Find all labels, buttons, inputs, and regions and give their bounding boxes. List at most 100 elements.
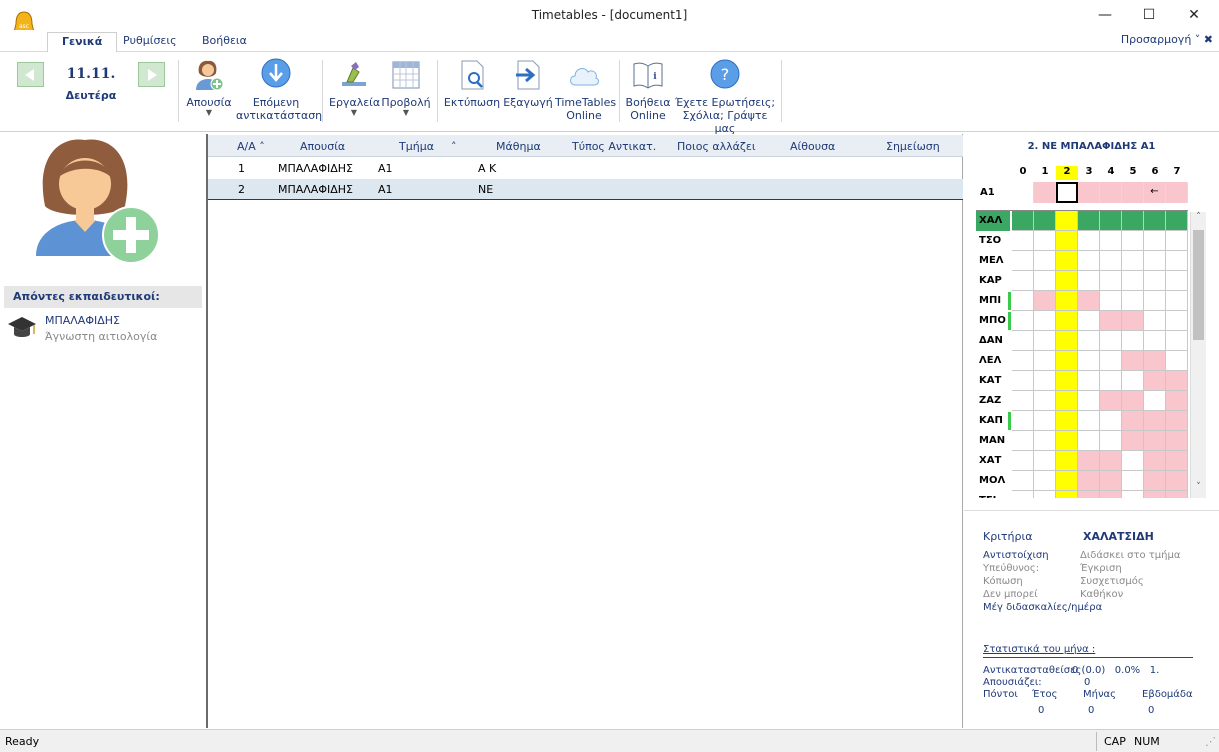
teacher-row-label[interactable]: ΜΟΛ (976, 471, 1010, 491)
timetable-cell[interactable] (1122, 491, 1144, 498)
tab-general[interactable]: Γενικά (47, 32, 118, 53)
timetable-cell[interactable] (1034, 351, 1056, 371)
timetable-cell[interactable] (1166, 411, 1188, 431)
timetable-cell[interactable] (1034, 491, 1056, 498)
timetable-cell[interactable] (1100, 311, 1122, 331)
timetable-cell[interactable] (1012, 371, 1034, 391)
timetable-cell[interactable] (1122, 351, 1144, 371)
timetable-cell[interactable] (1122, 451, 1144, 471)
tools-button[interactable]: Εργαλεία ▼ (329, 58, 380, 117)
timetable-cell[interactable] (1056, 431, 1078, 451)
timetable-cell[interactable] (1034, 391, 1056, 411)
timetable-cell[interactable] (1122, 431, 1144, 451)
timetable-cell[interactable] (1144, 211, 1166, 231)
timetable-cell[interactable] (1144, 451, 1166, 471)
prev-day-button[interactable] (17, 62, 44, 87)
timetable-cell[interactable] (1100, 411, 1122, 431)
timetable-cell[interactable] (1012, 231, 1034, 251)
timetable-cell[interactable] (1056, 311, 1078, 331)
timetable-cell[interactable] (1034, 451, 1056, 471)
timetable-cell[interactable] (1144, 411, 1166, 431)
tab-help[interactable]: Βοήθεια (188, 32, 261, 53)
timetable-cell[interactable] (1012, 471, 1034, 491)
teacher-row-label[interactable]: ΤΣΙ (976, 491, 1010, 498)
timetable-cell[interactable] (1100, 351, 1122, 371)
timetable-cell[interactable] (1034, 291, 1056, 311)
timetable-cell[interactable] (1012, 351, 1034, 371)
timetable-cell[interactable] (1122, 271, 1144, 291)
teacher-row-label[interactable]: ΜΠΙ (976, 291, 1010, 311)
timetable-cell[interactable] (1056, 271, 1078, 291)
timetable-cell[interactable] (1100, 331, 1122, 351)
timetable-cell[interactable] (1122, 291, 1144, 311)
class-cell[interactable] (1078, 182, 1100, 203)
col-who-changes[interactable]: Ποιος αλλάζει (677, 140, 756, 153)
timetable-cell[interactable] (1166, 471, 1188, 491)
timetable-cell[interactable] (1122, 391, 1144, 411)
timetable-cell[interactable] (1122, 211, 1144, 231)
timetable-cell[interactable] (1056, 371, 1078, 391)
class-cell[interactable] (1056, 182, 1078, 203)
timetable-cell[interactable] (1166, 331, 1188, 351)
timetable-cell[interactable] (1100, 491, 1122, 498)
tab-settings[interactable]: Ρυθμίσεις (109, 32, 191, 53)
teacher-row-label[interactable]: ΜΕΛ (976, 251, 1010, 271)
timetable-cell[interactable] (1012, 391, 1034, 411)
timetable-cell[interactable] (1100, 251, 1122, 271)
timetable-cell[interactable] (1078, 231, 1100, 251)
timetable-cell[interactable] (1144, 231, 1166, 251)
absent-teacher-name[interactable]: ΜΠΑΛΑΦΙΔΗΣ (45, 314, 120, 327)
timetable-cell[interactable] (1012, 431, 1034, 451)
add-absent-teacher-icon[interactable] (30, 136, 165, 266)
print-button[interactable]: Εκτύπωση (443, 58, 501, 109)
timetable-cell[interactable] (1144, 391, 1166, 411)
minimize-button[interactable]: — (1082, 4, 1128, 26)
class-cell[interactable] (1012, 182, 1034, 203)
timetable-cell[interactable] (1056, 291, 1078, 311)
class-cell[interactable] (1122, 182, 1144, 203)
teacher-row-label[interactable]: ΚΑΤ (976, 371, 1010, 391)
teacher-row-label[interactable]: ΧΑΛ (976, 211, 1010, 231)
teacher-row-label[interactable]: ΖΑΖ (976, 391, 1010, 411)
timetable-cell[interactable] (1034, 331, 1056, 351)
timetable-cell[interactable] (1144, 371, 1166, 391)
timetable-cell[interactable] (1100, 471, 1122, 491)
timetable-cell[interactable] (1166, 211, 1188, 231)
timetable-cell[interactable] (1012, 211, 1034, 231)
timetable-cell[interactable] (1144, 331, 1166, 351)
timetable-cell[interactable] (1078, 491, 1100, 498)
timetable-cell[interactable] (1100, 211, 1122, 231)
timetable-cell[interactable] (1078, 411, 1100, 431)
timetable-cell[interactable] (1034, 371, 1056, 391)
timetable-cell[interactable] (1056, 331, 1078, 351)
timetable-cell[interactable] (1166, 231, 1188, 251)
class-cell[interactable] (1166, 182, 1188, 203)
timetable-cell[interactable] (1078, 331, 1100, 351)
timetable-cell[interactable] (1144, 271, 1166, 291)
timetable-cell[interactable] (1078, 351, 1100, 371)
timetable-cell[interactable] (1078, 251, 1100, 271)
timetable-cell[interactable] (1034, 431, 1056, 451)
timetable-cell[interactable] (1034, 471, 1056, 491)
teacher-row-label[interactable]: ΜΑΝ (976, 431, 1010, 451)
teacher-row-label[interactable]: ΧΑΤ (976, 451, 1010, 471)
timetable-cell[interactable] (1078, 291, 1100, 311)
timetable-cell[interactable] (1144, 251, 1166, 271)
timetable-cell[interactable] (1166, 431, 1188, 451)
timetable-cell[interactable] (1100, 291, 1122, 311)
timetable-cell[interactable] (1056, 351, 1078, 371)
timetable-cell[interactable] (1144, 311, 1166, 331)
timetable-cell[interactable] (1166, 351, 1188, 371)
timetable-cell[interactable] (1166, 391, 1188, 411)
timetable-cell[interactable] (1166, 371, 1188, 391)
timetable-cell[interactable] (1166, 251, 1188, 271)
teacher-row-label[interactable]: ΚΑΠ (976, 411, 1010, 431)
timetable-cell[interactable] (1144, 471, 1166, 491)
maximize-button[interactable]: ☐ (1126, 4, 1172, 26)
timetable-cell[interactable] (1078, 451, 1100, 471)
col-class[interactable]: Τμήμα (399, 140, 434, 153)
timetable-cell[interactable] (1034, 251, 1056, 271)
timetable-cell[interactable] (1034, 271, 1056, 291)
timetable-cell[interactable] (1012, 331, 1034, 351)
timetable-cell[interactable] (1100, 451, 1122, 471)
